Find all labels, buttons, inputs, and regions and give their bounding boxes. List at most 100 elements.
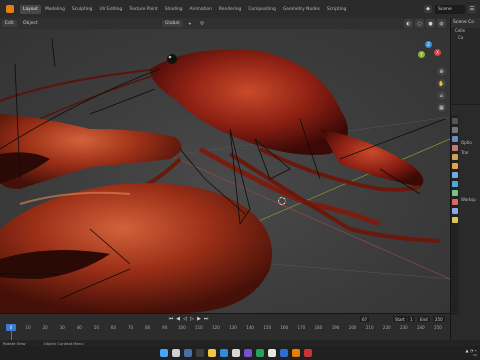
frame-tick-label: 30 <box>59 325 65 330</box>
mode-selector[interactable]: Edit <box>2 20 17 27</box>
status-left-hint: Rotate View <box>3 340 26 346</box>
widgets-icon[interactable] <box>196 349 204 357</box>
outliner-row[interactable]: Colle <box>451 28 480 35</box>
frame-tick-label: 120 <box>212 325 220 330</box>
frame-tick-label: 200 <box>348 325 357 330</box>
gizmo-x-axis[interactable]: X <box>434 49 441 56</box>
properties-row[interactable]: Trar <box>461 150 469 155</box>
material-icon[interactable]: ◍ <box>437 19 446 28</box>
start-label: Start <box>393 316 407 322</box>
object-tab-icon[interactable] <box>452 163 458 169</box>
app-icon[interactable] <box>256 349 264 357</box>
tool-tab-icon[interactable] <box>452 118 458 124</box>
edge-browser-icon[interactable] <box>220 349 228 357</box>
pan-hand-icon[interactable]: ✋ <box>437 79 446 88</box>
output-tab-icon[interactable] <box>452 136 458 142</box>
blender-taskbar-icon[interactable] <box>292 349 300 357</box>
workspace-tab-rendering[interactable]: Rendering <box>216 5 244 14</box>
blender-logo-icon[interactable] <box>6 5 14 13</box>
outliner-row[interactable]: Ca <box>451 35 480 42</box>
crayfish-carapace <box>150 49 348 155</box>
scene-tab-icon[interactable] <box>452 145 458 151</box>
render-tab-icon[interactable] <box>452 127 458 133</box>
view-layer-icon[interactable]: ☰ <box>468 5 476 13</box>
modifier-tab-icon[interactable] <box>452 172 458 178</box>
app-icon[interactable] <box>268 349 276 357</box>
zoom-icon[interactable]: ⊕ <box>437 67 446 76</box>
gizmo-y-axis[interactable]: Y <box>418 51 425 58</box>
properties-row[interactable]: Worksp <box>461 197 476 202</box>
frame-tick-label: 70 <box>128 325 134 330</box>
properties-panel: Optio Trar Worksp <box>450 105 480 340</box>
workspace-tab-texture-paint[interactable]: Texture Paint <box>126 5 160 14</box>
scene-field[interactable]: Scene <box>435 4 465 14</box>
app-icon[interactable] <box>304 349 312 357</box>
shading-controls: ◐ ○ ● ◍ <box>404 19 446 28</box>
frame-tick-label: 210 <box>365 325 374 330</box>
workspace-tab-compositing[interactable]: Compositing <box>245 5 279 14</box>
workspace-tab-modeling[interactable]: Modeling <box>42 5 68 14</box>
end-label: End <box>418 316 430 322</box>
wireframe-icon[interactable]: ○ <box>415 19 424 28</box>
jump-start-icon[interactable]: ⏮ <box>168 316 174 322</box>
particles-tab-icon[interactable] <box>452 181 458 187</box>
blender-window: Layout Modeling Sculpting UV Editing Texture… <box>0 0 480 360</box>
start-frame-field[interactable]: 1 <box>408 316 415 322</box>
outliner-title: Scene Co <box>451 18 480 28</box>
properties-tabs <box>451 115 459 315</box>
frame-tick-label: 190 <box>331 325 340 330</box>
grid-view-icon[interactable]: ▦ <box>437 103 446 112</box>
camera-icon[interactable]: ⌂ <box>437 91 446 100</box>
frame-tick-label: 130 <box>229 325 237 330</box>
workspace-tab-layout[interactable]: Layout <box>20 4 41 14</box>
transform-orientation[interactable]: Global <box>161 20 183 27</box>
store-icon[interactable] <box>232 349 240 357</box>
gizmo-z-axis[interactable]: Z <box>425 41 432 48</box>
overlay-icon[interactable]: ◐ <box>404 19 413 28</box>
frame-tick-label: 60 <box>110 325 117 330</box>
3d-viewport[interactable]: Z X Y ⊕ ✋ ⌂ ▦ <box>0 29 450 313</box>
workspace-tab-sculpting[interactable]: Sculpting <box>69 5 96 14</box>
windows-start-icon[interactable] <box>160 349 168 357</box>
prev-keyframe-icon[interactable]: ◀ <box>175 316 181 322</box>
workspace-tab-uv-editing[interactable]: UV Editing <box>96 5 125 14</box>
play-reverse-icon[interactable]: ◁ <box>182 316 188 322</box>
solid-icon[interactable]: ● <box>426 19 435 28</box>
workspace-tab-geometry-nodes[interactable]: Geometry Nodes <box>280 5 323 14</box>
current-frame-field[interactable]: 67 <box>360 316 370 322</box>
workspace-tab-animation[interactable]: Animation <box>187 5 215 14</box>
end-frame-field[interactable]: 250 <box>433 316 445 322</box>
app-icon[interactable] <box>244 349 252 357</box>
frame-tick-label: 180 <box>314 325 323 330</box>
app-icon[interactable] <box>280 349 288 357</box>
data-tab-icon[interactable] <box>452 208 458 214</box>
workspace-tab-scripting[interactable]: Scripting <box>324 5 350 14</box>
workspace-bar: Layout Modeling Sculpting UV Editing Texture… <box>0 0 480 18</box>
next-keyframe-icon[interactable]: ▶ <box>196 316 202 322</box>
playhead[interactable]: 0 <box>6 324 16 331</box>
system-tray-icon[interactable]: ▲ ◔ ⌁ ▭ <box>465 349 477 357</box>
scene-icon[interactable]: ◆ <box>424 5 432 13</box>
snap-icon[interactable]: ⌖ <box>186 20 195 28</box>
world-tab-icon[interactable] <box>452 154 458 160</box>
view-menu[interactable]: Object <box>20 20 41 27</box>
file-explorer-icon[interactable] <box>208 349 216 357</box>
playback-buttons: ⏮ ◀ ◁ ▷ ▶ ⏭ <box>168 316 210 322</box>
play-icon[interactable]: ▷ <box>189 316 195 322</box>
physics-tab-icon[interactable] <box>452 190 458 196</box>
constraints-tab-icon[interactable] <box>452 199 458 205</box>
frame-tick-label: 20 <box>42 325 48 330</box>
frame-tick-label: 80 <box>145 325 151 330</box>
task-view-icon[interactable] <box>184 349 192 357</box>
status-middle-hint: Object Context Menu <box>43 340 84 346</box>
proportional-icon[interactable]: ◎ <box>197 20 207 27</box>
properties-row[interactable]: Optio <box>461 140 472 145</box>
jump-end-icon[interactable]: ⏭ <box>203 316 209 322</box>
frame-tick-label: 40 <box>76 325 82 330</box>
material-tab-icon[interactable] <box>452 217 458 223</box>
frame-ruler[interactable]: 0 20 40 60 80 100 120 140 160 180 200 220 240 10 30 50 7… <box>0 324 450 332</box>
workspace-tab-shading[interactable]: Shading <box>162 5 186 14</box>
frame-tick-label: 250 <box>434 325 442 330</box>
search-icon[interactable] <box>172 349 180 357</box>
frame-tick-label: 110 <box>195 325 203 330</box>
